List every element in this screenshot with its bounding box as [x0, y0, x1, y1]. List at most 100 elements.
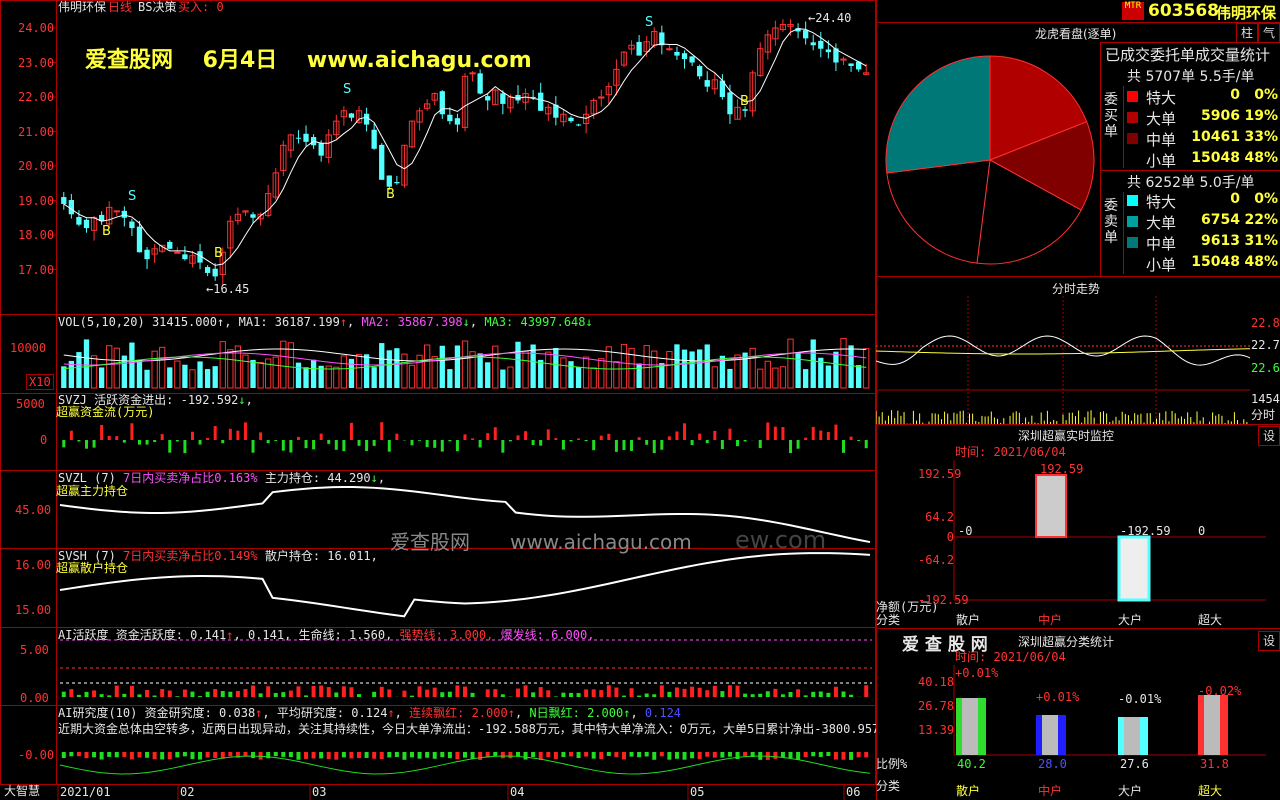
- research-bar: [288, 752, 293, 758]
- stats-divider-h: [1100, 170, 1280, 171]
- research-bar: [114, 752, 119, 758]
- fund-flow-bar-negative: [440, 440, 444, 452]
- volume-bar-down: [727, 368, 733, 388]
- research-bar: [273, 752, 278, 757]
- fund-flow-bar-positive: [107, 435, 111, 440]
- activity-bar: [614, 687, 619, 697]
- fund-flow-bar-negative: [77, 440, 81, 442]
- research-bar: [61, 752, 66, 759]
- activity-bar: [129, 685, 134, 697]
- period-label[interactable]: 日线: [108, 0, 132, 14]
- activity-bar: [682, 688, 687, 697]
- fund-flow-bar-negative: [743, 440, 747, 442]
- gas-button[interactable]: 气: [1258, 23, 1280, 43]
- candle-body-down: [681, 53, 688, 60]
- activity-bar: [705, 690, 710, 697]
- stat-value: 40.2: [957, 757, 986, 771]
- svzj-sub: 超赢资金流(万元): [56, 405, 155, 419]
- activity-bar: [304, 695, 309, 697]
- research-bar: [682, 752, 687, 760]
- activity-bar: [220, 691, 225, 697]
- fund-flow-bar-positive: [296, 436, 300, 440]
- volume-bar-up: [272, 356, 279, 389]
- fund-flow-bar-positive: [728, 428, 732, 440]
- fund-flow-bar-positive: [773, 426, 777, 440]
- fund-flow-bar-negative: [508, 440, 512, 442]
- research-bar: [84, 752, 89, 759]
- fund-flow-bar-negative: [365, 440, 369, 451]
- activity-bar: [387, 689, 392, 697]
- stat-axis-label: 13.39: [918, 723, 955, 737]
- fund-flow-bar-negative: [342, 440, 346, 452]
- fund-flow-bar-negative: [153, 440, 157, 442]
- volume-bar-up: [219, 341, 226, 389]
- buy-row-pct: 0%: [1254, 87, 1278, 103]
- stat-settings-button[interactable]: 设: [1258, 631, 1280, 651]
- fund-flow-bar-negative: [758, 440, 762, 449]
- activity-bar: [258, 693, 263, 697]
- research-bar: [720, 752, 725, 758]
- activity-bar: [447, 691, 452, 697]
- intraday-chart[interactable]: [876, 296, 1280, 426]
- column-button[interactable]: 柱: [1236, 23, 1258, 43]
- research-bar: [576, 752, 581, 759]
- candle-body-down: [182, 254, 188, 260]
- svzl-axis: 45.00: [15, 503, 52, 517]
- activity-bar: [114, 685, 119, 697]
- research-bar: [629, 752, 634, 757]
- activity-bar: [523, 685, 528, 697]
- candle-body-down: [68, 200, 75, 215]
- activity-bar: [463, 686, 467, 697]
- research-bar: [76, 752, 81, 757]
- activity-bar: [213, 689, 218, 697]
- monitor-value: 0: [1198, 524, 1206, 538]
- intraday-axis-1: 22.89: [1251, 316, 1280, 330]
- candle-body-down: [363, 113, 370, 125]
- volume-bar-up: [772, 367, 779, 389]
- research-curve: [59, 755, 871, 775]
- fund-flow-bar-negative: [448, 440, 452, 442]
- research-bar: [92, 752, 97, 758]
- sell-row-pct: 0%: [1254, 191, 1278, 207]
- svzj-axis-top: 5000: [16, 397, 45, 411]
- research-bar: [69, 752, 74, 757]
- activity-bar: [841, 691, 846, 697]
- fund-flow-bar-negative: [561, 440, 565, 450]
- buy-side-label: 委买单: [1104, 92, 1118, 140]
- activity-bar: [833, 686, 838, 697]
- activity-bar: [750, 694, 755, 697]
- svsh-axis-bottom: 15.00: [15, 603, 52, 617]
- activity-bar: [826, 692, 831, 697]
- fund-flow-bar-negative: [92, 440, 96, 448]
- research-bar: [515, 752, 520, 757]
- fund-flow-bar-negative: [531, 440, 535, 446]
- volume-bar-down: [454, 345, 461, 388]
- ai-research-axis: -0.00: [18, 748, 55, 762]
- monitor-settings-button[interactable]: 设: [1258, 426, 1280, 446]
- fund-flow-bar-negative: [183, 440, 187, 454]
- activity-bar: [697, 687, 702, 697]
- candle-body-down: [742, 109, 748, 111]
- volume-bar-up: [333, 366, 340, 389]
- stat-time: 时间: 2021/06/04: [955, 650, 1066, 664]
- research-bar: [334, 752, 339, 760]
- volume-bar-up: [522, 350, 529, 389]
- fund-flow-bar-positive: [819, 430, 823, 440]
- activity-bar: [311, 685, 316, 697]
- fund-flow-bar-positive: [826, 431, 830, 440]
- research-bar: [864, 752, 869, 758]
- volume-bar-up: [355, 354, 363, 389]
- price-axis-label: 18.00: [18, 228, 55, 242]
- activity-bar: [92, 690, 97, 697]
- candle-body-down: [485, 96, 491, 101]
- stat-category: 散户: [956, 784, 981, 798]
- fund-flow-bar-negative: [592, 440, 596, 451]
- candle-body-down: [167, 241, 173, 249]
- research-bar: [826, 752, 831, 757]
- activity-bar: [341, 686, 346, 697]
- fund-flow-bar-negative: [630, 440, 634, 451]
- fund-flow-bar-negative: [539, 440, 543, 446]
- volume-bar-down: [439, 345, 445, 388]
- activity-bar: [606, 685, 611, 697]
- ai-research-note: 近期大资金总体由空转多，近两日出现异动，关注其持续性，今日大单净流出：-192.…: [58, 722, 876, 736]
